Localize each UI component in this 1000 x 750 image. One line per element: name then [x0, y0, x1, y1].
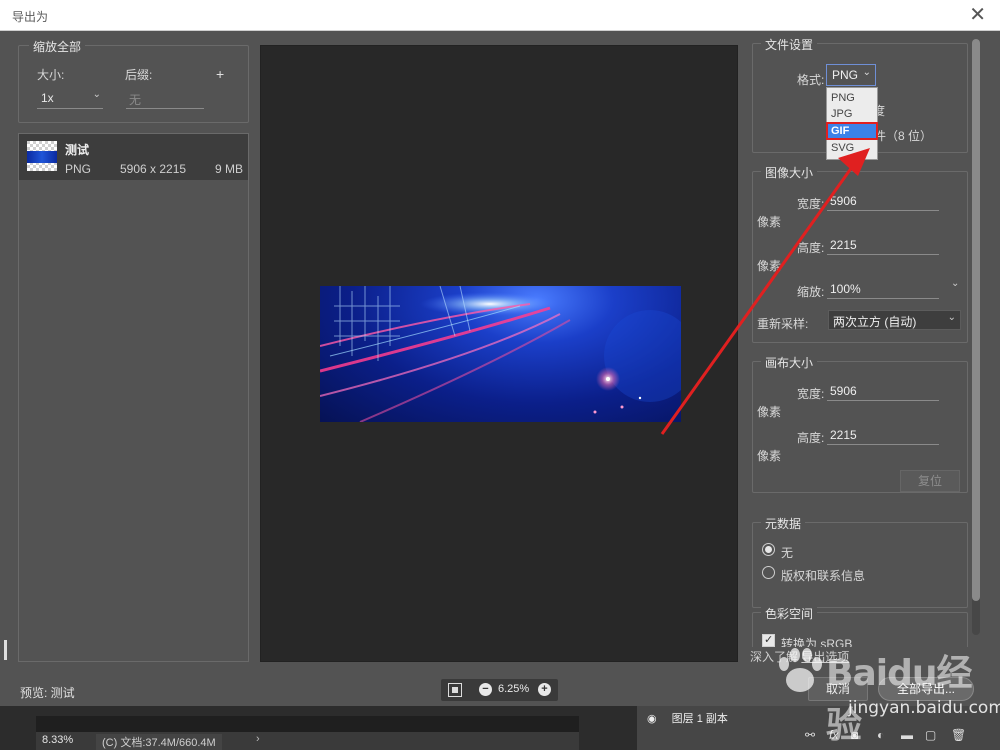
canvas-width-unit: 像素 — [757, 405, 782, 419]
chevron-down-icon: ⌄ — [947, 312, 956, 323]
asset-thumbnail — [27, 141, 57, 171]
scale-chevron-icon[interactable]: ⌄ — [951, 278, 959, 289]
resample-value: 两次立方 (自动) — [833, 315, 917, 329]
fit-to-window-icon[interactable] — [448, 683, 462, 697]
preview-artwork — [320, 286, 681, 422]
image-width-field[interactable]: 5906 — [827, 194, 939, 211]
folder-icon[interactable]: ▬ — [901, 728, 913, 742]
asset-list: 测试 PNG 5906 x 2215 9 MB — [18, 133, 249, 662]
size-select-value: 1x — [41, 91, 54, 105]
format-dropdown: PNG JPG GIF SVG — [826, 87, 878, 160]
canvas-width-field[interactable]: 5906 — [827, 384, 939, 401]
format-option-jpg[interactable]: JPG — [827, 106, 877, 122]
photoshop-app-strip: 8.33% (C) 文档:37.4M/660.4M › ◉ 图层 1 副本 ⚯ … — [0, 706, 1000, 750]
image-width-label: 宽度: — [797, 197, 825, 211]
image-height-label: 高度: — [797, 241, 825, 255]
color-space-group: 色彩空间 转换为 sRGB — [752, 605, 968, 647]
scale-field[interactable]: 100% — [827, 282, 939, 299]
preview-canvas[interactable] — [260, 45, 738, 662]
canvas-height-label: 高度: — [797, 431, 825, 445]
resample-select[interactable]: 两次立方 (自动) ⌄ — [828, 310, 961, 330]
mask-icon[interactable]: ◙ — [851, 728, 858, 742]
status-document-size: (C) 文档:37.4M/660.4M — [96, 734, 222, 750]
metadata-legend: 元数据 — [761, 515, 806, 532]
layers-panel-strip: ◉ 图层 1 副本 ⚯ fx ◙ ◐ ▬ ▢ 🗑 — [637, 706, 1000, 750]
format-label: 格式: — [797, 73, 825, 87]
canvas-height-unit: 像素 — [757, 449, 782, 463]
size-label: 大小: — [37, 68, 65, 82]
format-select[interactable]: PNG ⌄ — [826, 64, 876, 86]
canvas-size-legend: 画布大小 — [761, 354, 818, 371]
preview-label: 预览: 测试 — [20, 686, 75, 700]
suffix-placeholder: 无 — [129, 93, 142, 107]
suffix-label: 后缀: — [125, 68, 153, 82]
asset-item[interactable]: 测试 PNG 5906 x 2215 9 MB — [19, 134, 248, 180]
learn-more-text: 深入了解 导出选项 — [750, 648, 849, 665]
left-column: 缩放全部 大小: 后缀: + 1x ⌄ 无 测试 PNG 5906 x 2215… — [18, 31, 249, 662]
title-bar: 导出为 ✕ — [0, 0, 1000, 31]
image-height-field[interactable]: 2215 — [827, 238, 939, 255]
metadata-group: 元数据 无 版权和联系信息 — [752, 515, 968, 608]
color-space-legend: 色彩空间 — [761, 605, 818, 622]
asset-dimensions: 5906 x 2215 — [120, 162, 187, 176]
eye-icon[interactable]: ◉ — [647, 713, 657, 725]
layer-name: 图层 1 副本 — [671, 713, 728, 725]
image-height-unit: 像素 — [757, 259, 782, 273]
file-settings-legend: 文件设置 — [761, 36, 818, 53]
metadata-copyright-label: 版权和联系信息 — [781, 569, 866, 583]
scale-all-legend: 缩放全部 — [29, 38, 86, 55]
metadata-none-label: 无 — [781, 546, 794, 560]
format-option-svg[interactable]: SVG — [827, 140, 877, 156]
format-option-gif[interactable]: GIF — [826, 122, 878, 140]
metadata-copyright-radio[interactable] — [762, 566, 775, 579]
zoom-level: 6.25% — [498, 683, 530, 695]
chevron-right-icon[interactable]: › — [256, 733, 260, 745]
adjustment-icon[interactable]: ◐ — [877, 728, 884, 742]
scrollbar-thumb[interactable] — [972, 39, 980, 601]
suffix-input[interactable]: 无 — [126, 91, 204, 109]
settings-panel: 文件设置 格式: 度 件（8 位） 图像大小 宽度: 5906 像素 高度: 2… — [752, 31, 970, 647]
zoom-out-icon[interactable]: − — [479, 683, 492, 696]
image-size-legend: 图像大小 — [761, 164, 818, 181]
resample-label: 重新采样: — [757, 317, 809, 331]
export-options-link[interactable]: 导出选项 — [801, 650, 849, 664]
status-bar: 8.33% (C) 文档:37.4M/660.4M › — [36, 732, 579, 750]
preview-image — [320, 286, 681, 422]
asset-filesize: 9 MB — [215, 162, 244, 176]
settings-scrollbar[interactable] — [972, 39, 980, 635]
layer-row[interactable]: ◉ 图层 1 副本 — [647, 710, 987, 725]
format-select-value: PNG — [832, 68, 859, 82]
partial-text-2: 件（8 位） — [874, 129, 933, 143]
scale-label: 缩放: — [797, 285, 825, 299]
chevron-down-icon: ⌄ — [92, 89, 101, 100]
add-scale-button[interactable]: + — [216, 66, 224, 82]
window-title: 导出为 — [12, 10, 49, 24]
cancel-button[interactable]: 取消 — [808, 677, 868, 701]
zoom-control: − 6.25% + — [441, 679, 558, 701]
link-icon[interactable]: ⚯ — [805, 728, 815, 742]
trash-icon[interactable]: 🗑 — [951, 728, 966, 742]
asset-format: PNG — [65, 162, 92, 176]
asset-name: 测试 — [65, 143, 90, 157]
canvas-height-field[interactable]: 2215 — [827, 428, 939, 445]
canvas-width-label: 宽度: — [797, 387, 825, 401]
new-layer-icon[interactable]: ▢ — [925, 728, 936, 742]
format-option-png[interactable]: PNG — [827, 90, 877, 106]
convert-srgb-checkbox[interactable] — [762, 633, 775, 647]
image-width-unit: 像素 — [757, 215, 782, 229]
fx-icon[interactable]: fx — [829, 728, 838, 742]
export-all-button[interactable]: 全部导出... — [878, 677, 974, 701]
chevron-down-icon: ⌄ — [862, 67, 871, 78]
size-select[interactable]: 1x ⌄ — [37, 89, 103, 109]
learn-more-label: 深入了解 — [750, 650, 799, 664]
export-as-dialog: 缩放全部 大小: 后缀: + 1x ⌄ 无 测试 PNG 5906 x 2215… — [0, 31, 1000, 719]
scale-all-group: 缩放全部 大小: 后缀: + 1x ⌄ 无 — [18, 38, 249, 123]
metadata-none-radio[interactable] — [762, 543, 775, 556]
left-edge-marker — [4, 640, 7, 660]
convert-srgb-label: 转换为 sRGB — [781, 637, 853, 647]
close-icon[interactable]: ✕ — [969, 3, 986, 27]
reset-button[interactable]: 复位 — [900, 470, 960, 492]
zoom-in-icon[interactable]: + — [538, 683, 551, 696]
status-zoom: 8.33% — [42, 734, 74, 746]
